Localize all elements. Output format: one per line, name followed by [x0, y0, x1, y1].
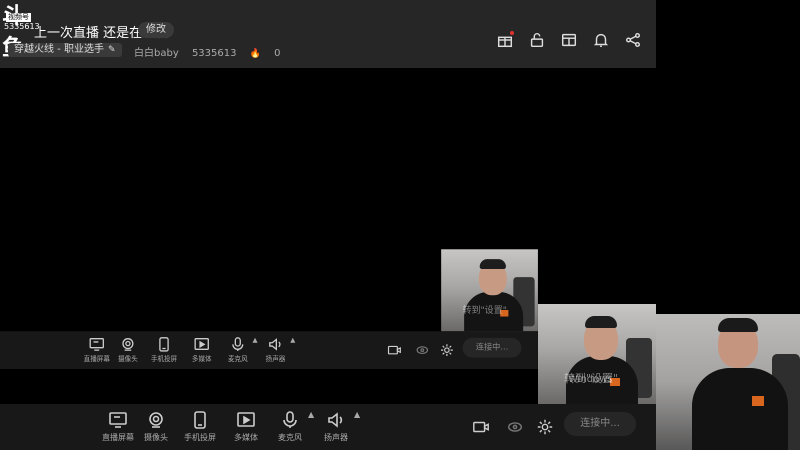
play-icon	[224, 410, 268, 430]
video-icon[interactable]	[472, 418, 490, 436]
eye-icon[interactable]	[506, 418, 524, 436]
source-toolbar: 连接中... 直播屏幕摄像头手机投屏多媒体麦克风▲扬声器▲	[0, 404, 656, 450]
media-button[interactable]: 多媒体	[224, 410, 268, 443]
phone-share-label: 手机投屏	[184, 433, 216, 442]
category-tag[interactable]: 穿越火线 - 职业选手✎	[8, 43, 122, 57]
edit-title-button[interactable]: 修改	[138, 22, 174, 38]
share-icon[interactable]	[624, 31, 642, 49]
unlock-icon[interactable]	[528, 31, 546, 49]
notification-dot	[510, 31, 514, 35]
camera-preview: 转到"设置" Windows	[538, 304, 656, 404]
camera-button[interactable]: 摄像头	[134, 410, 178, 443]
microphone-button[interactable]: 麦克风	[268, 410, 312, 443]
header-actions	[496, 31, 642, 49]
speaker-label: 扬声器	[324, 433, 348, 442]
jersey-logo	[752, 396, 764, 406]
gear-icon[interactable]	[536, 418, 554, 436]
stream-header: 斗鱼 视频号 5335613 上一次直播 还是在上次 修改 穿越火线 - 职业选…	[0, 0, 656, 68]
heat-count: 0	[274, 48, 281, 59]
chevron-up-icon[interactable]: ▲	[354, 410, 360, 419]
person-hair	[585, 316, 617, 328]
camera-icon	[134, 410, 178, 430]
streamer-name: 白白baby	[134, 48, 179, 59]
media-label: 多媒体	[234, 433, 258, 442]
layout-icon[interactable]	[560, 31, 578, 49]
phone-share-button[interactable]: 手机投屏	[178, 410, 222, 443]
windows-watermark: Windows	[568, 374, 613, 385]
stream-meta: 白白baby 5335613 🔥 0	[134, 44, 290, 59]
gift-icon[interactable]	[496, 31, 514, 49]
speaker-button[interactable]: 扬声器	[314, 410, 358, 443]
person-body	[692, 368, 788, 450]
mic-icon	[268, 410, 312, 430]
room-id: 5335613	[191, 48, 237, 59]
pencil-icon: ✎	[107, 45, 116, 55]
person-hair	[718, 318, 758, 332]
bell-icon[interactable]	[592, 31, 610, 49]
microphone-label: 麦克风	[278, 433, 302, 442]
speaker-icon	[314, 410, 358, 430]
connect-button[interactable]: 连接中...	[564, 412, 636, 436]
phone-icon	[178, 410, 222, 430]
live-camera-feed	[656, 314, 800, 450]
camera-label: 摄像头	[144, 433, 168, 442]
preview-black-area	[538, 68, 656, 306]
flame-icon: 🔥	[249, 49, 261, 59]
